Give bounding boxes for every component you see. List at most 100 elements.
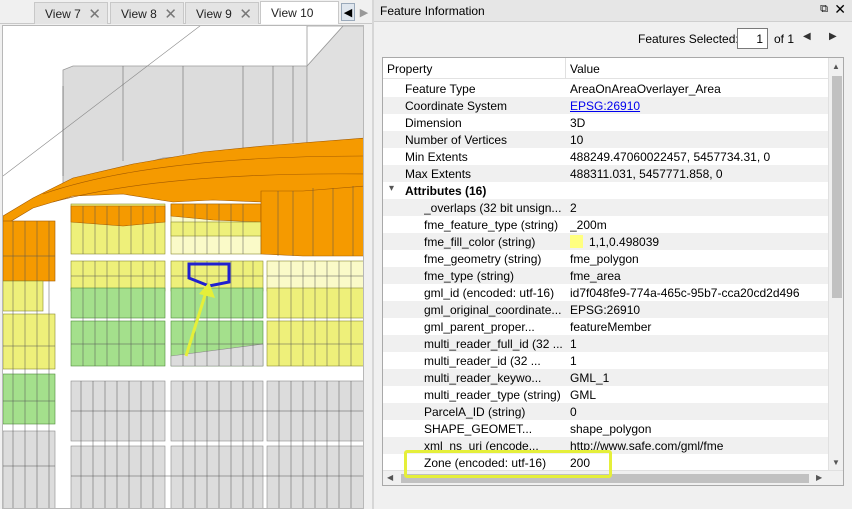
map-zone-green [3, 373, 56, 425]
tab-label: View 9 [196, 6, 232, 21]
next-feature-icon[interactable]: ▶ [829, 31, 837, 42]
panel-header: Feature Information ⧉ ✕ [374, 0, 852, 22]
property-name: _overlaps (32 bit unsign... [424, 201, 562, 215]
feature-information-panel: Feature Information ⧉ ✕ Features Selecte… [374, 0, 852, 509]
property-value: 10 [570, 133, 826, 147]
scroll-tabs-right-icon[interactable]: ▶ [357, 3, 371, 21]
property-name: fme_geometry (string) [424, 252, 542, 266]
table-row[interactable]: gml_original_coordinate... EPSG:26910 [383, 301, 828, 318]
close-icon[interactable]: ✕ [88, 5, 101, 23]
close-icon[interactable]: ✕ [164, 5, 177, 23]
previous-feature-icon[interactable]: ◀ [803, 31, 811, 42]
map-zone-orange [3, 220, 56, 282]
property-name: Feature Type [405, 82, 476, 96]
table-row[interactable]: fme_geometry (string) fme_polygon [383, 250, 828, 267]
property-value-text: GML [570, 388, 597, 402]
table-row[interactable]: Dimension 3D [383, 114, 828, 131]
table-header: Property Value [383, 58, 828, 79]
property-value: shape_polygon [570, 422, 826, 436]
table-row[interactable]: ParcelA_ID (string) 0 [383, 403, 828, 420]
property-value: fme_area [570, 269, 826, 283]
property-value-text: 10 [570, 133, 584, 147]
map-zone-gray [3, 430, 56, 508]
close-icon[interactable]: ✕ [834, 1, 846, 18]
scroll-tabs-left-icon[interactable]: ◀ [341, 3, 355, 21]
map-road [58, 206, 68, 508]
scroll-up-icon[interactable]: ▲ [832, 62, 840, 71]
table-row[interactable]: _overlaps (32 bit unsign... 2 [383, 199, 828, 216]
property-value-text: 3D [570, 116, 586, 130]
property-value: 2 [570, 201, 826, 215]
table-row[interactable]: Coordinate System EPSG:26910 [383, 97, 828, 114]
property-value: GML_1 [570, 371, 826, 385]
property-value-text: fme_polygon [570, 252, 639, 266]
tab-label: View 10 [271, 6, 314, 20]
tab-label: View 7 [45, 6, 81, 21]
map-canvas[interactable] [2, 25, 364, 509]
property-value: featureMember [570, 320, 826, 334]
table-row[interactable]: Min Extents 488249.47060022457, 5457734.3… [383, 148, 828, 165]
table-row[interactable]: multi_reader_id (32 ... 1 [383, 352, 828, 369]
table-row[interactable]: multi_reader_keywo... GML_1 [383, 369, 828, 386]
annotation-highlight-box [404, 450, 612, 478]
float-window-icon[interactable]: ⧉ [820, 3, 828, 16]
property-name: multi_reader_keywo... [424, 371, 542, 385]
property-value-text: 488311.031, 5457771.858, 0 [570, 167, 723, 181]
table-row[interactable]: Feature Type AreaOnAreaOverlayer_Area [383, 80, 828, 97]
property-name: fme_feature_type (string) [424, 218, 559, 232]
table-row[interactable]: Number of Vertices 10 [383, 131, 828, 148]
feature-properties-table: Property Value Feature Type AreaOnAreaOve… [382, 57, 844, 486]
property-value-text: fme_area [570, 269, 621, 283]
table-row[interactable]: SHAPE_GEOMET... shape_polygon [383, 420, 828, 437]
coordinate-system-link[interactable]: EPSG:26910 [570, 99, 640, 113]
property-name: gml_parent_proper... [424, 320, 535, 334]
view-tab-bar: View 7 ✕ View 8 ✕ View 9 ✕ View 10 ◀ ▶ [0, 0, 372, 24]
property-value-text: AreaOnAreaOverlayer_Area [570, 82, 721, 96]
parcel-map [3, 26, 363, 508]
table-group-row[interactable]: ▾ Attributes (16) [383, 182, 828, 199]
property-value: EPSG:26910 [570, 303, 826, 317]
table-row[interactable]: multi_reader_type (string) GML [383, 386, 828, 403]
tab-view-9[interactable]: View 9 ✕ [185, 2, 259, 24]
table-row[interactable]: fme_fill_color (string) 1,1,0.498039 [383, 233, 828, 250]
vertical-scrollbar[interactable]: ▲ ▼ [828, 58, 843, 470]
table-row[interactable]: fme_feature_type (string) _200m [383, 216, 828, 233]
property-value: id7f048fe9-774a-465c-95b7-cca20cd2d496 [570, 286, 826, 300]
table-row[interactable]: multi_reader_full_id (32 ... 1 [383, 335, 828, 352]
table-row[interactable]: Max Extents 488311.031, 5457771.858, 0 [383, 165, 828, 182]
panel-title: Feature Information [380, 3, 485, 18]
scroll-right-icon[interactable]: ▶ [816, 473, 822, 482]
property-name: Min Extents [405, 150, 468, 164]
column-header-property[interactable]: Property [387, 62, 432, 76]
property-value[interactable]: EPSG:26910 [570, 99, 826, 113]
property-name: multi_reader_type (string) [424, 388, 561, 402]
map-zone-yellow [3, 313, 56, 370]
tab-view-7[interactable]: View 7 ✕ [34, 2, 108, 24]
column-header-value[interactable]: Value [570, 62, 600, 76]
property-value: fme_polygon [570, 252, 826, 266]
property-name: SHAPE_GEOMET... [424, 422, 533, 436]
map-zone-yellow [266, 320, 363, 367]
tab-view-8[interactable]: View 8 ✕ [110, 2, 184, 24]
property-value: 1,1,0.498039 [570, 235, 826, 249]
map-road [3, 371, 363, 379]
expand-collapse-icon[interactable]: ▾ [389, 183, 394, 194]
property-value-text: 1,1,0.498039 [589, 235, 660, 249]
property-name: multi_reader_id (32 ... [424, 354, 541, 368]
property-value-text: featureMember [570, 320, 652, 334]
vertical-scrollbar-thumb[interactable] [832, 76, 842, 298]
tab-view-10[interactable]: View 10 [260, 1, 339, 24]
table-row[interactable]: gml_id (encoded: utf-16) id7f048fe9-774a-… [383, 284, 828, 301]
property-value: 488249.47060022457, 5457734.31, 0 [570, 150, 826, 164]
property-value-text: shape_polygon [570, 422, 652, 436]
column-divider[interactable] [565, 58, 566, 79]
selected-index-input[interactable] [737, 28, 768, 49]
scroll-left-icon[interactable]: ◀ [387, 473, 393, 482]
property-name: Dimension [405, 116, 462, 130]
table-row[interactable]: gml_parent_proper... featureMember [383, 318, 828, 335]
scroll-down-icon[interactable]: ▼ [832, 458, 840, 467]
table-row[interactable]: fme_type (string) fme_area [383, 267, 828, 284]
property-name: Number of Vertices [405, 133, 508, 147]
property-value-text: 1 [570, 337, 577, 351]
close-icon[interactable]: ✕ [239, 5, 252, 23]
